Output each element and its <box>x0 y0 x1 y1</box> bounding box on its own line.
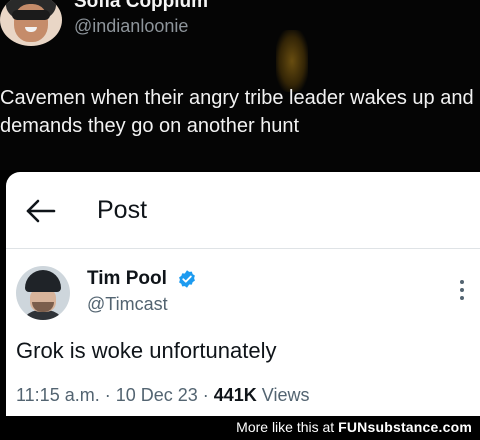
page-title: Post <box>97 196 148 224</box>
author-handle[interactable]: @indianloonie <box>74 16 188 37</box>
avatar[interactable] <box>16 266 70 320</box>
watermark-brand[interactable]: FUNsubstance.com <box>338 419 472 435</box>
post-metadata: 11:15 a.m. · 10 Dec 23 · 441K Views <box>16 385 310 406</box>
avatar[interactable] <box>0 0 62 46</box>
author-name[interactable]: Tim Pool <box>87 268 167 290</box>
watermark-footer: More like this at FUNsubstance.com <box>0 416 480 440</box>
author-handle[interactable]: @Timcast <box>87 294 168 315</box>
views-count: 441K <box>213 385 257 405</box>
arrow-left-icon[interactable] <box>24 198 58 224</box>
watermark-text: More like this at FUNsubstance.com <box>236 419 472 435</box>
avatar-beanie <box>25 270 61 292</box>
author-name[interactable]: Sofia Copplum <box>74 0 208 13</box>
verified-badge-icon <box>179 270 195 288</box>
views-label: Views <box>256 385 310 405</box>
more-vertical-icon[interactable] <box>454 278 470 302</box>
post-timestamp[interactable]: 11:15 a.m. · 10 Dec 23 · <box>16 385 214 405</box>
avatar-glasses <box>12 10 50 20</box>
watermark-prefix: More like this at <box>236 419 339 435</box>
background-glow <box>276 30 308 92</box>
background-tweet: Sofia Copplum @indianloonie Cavemen when… <box>0 0 480 170</box>
divider <box>6 248 480 249</box>
post-text: Grok is woke unfortunately <box>16 338 277 363</box>
embedded-post-card: Post Tim Pool @Timcast Grok is woke unfo… <box>6 172 480 416</box>
tweet-text: Cavemen when their angry tribe leader wa… <box>0 87 474 137</box>
